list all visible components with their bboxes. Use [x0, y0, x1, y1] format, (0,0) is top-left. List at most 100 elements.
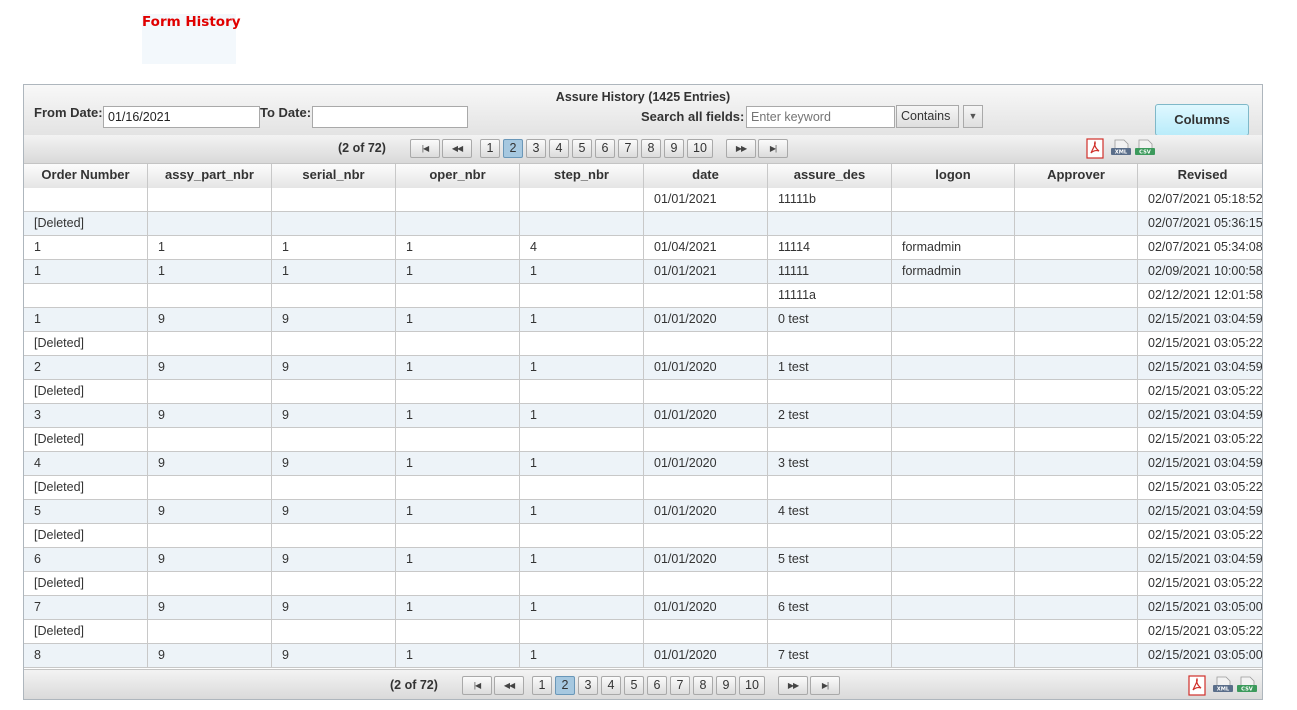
column-header-assy-part-nbr[interactable]: assy_part_nbr: [148, 164, 272, 188]
table-cell: [1015, 620, 1138, 643]
table-row[interactable]: 5 9 9 1 1 01/01/2020 4 test 02/15/2021 03:04:59: [24, 500, 1262, 524]
page-button-2[interactable]: 2: [503, 139, 523, 158]
page-button-8[interactable]: 8: [693, 676, 713, 695]
table-cell: [148, 428, 272, 451]
column-header-revised[interactable]: Revised: [1138, 164, 1262, 188]
table-cell: 01/01/2020: [644, 596, 768, 619]
table-cell: [272, 188, 396, 211]
page-button-4[interactable]: 4: [601, 676, 621, 695]
next-page-icon[interactable]: ▶▶: [726, 139, 756, 158]
columns-button[interactable]: Columns: [1155, 104, 1249, 136]
pdf-export-icon[interactable]: [1188, 675, 1206, 696]
page-button-6[interactable]: 6: [647, 676, 667, 695]
page-button-10[interactable]: 10: [739, 676, 765, 695]
pdf-export-icon[interactable]: [1086, 138, 1104, 159]
table-cell: [396, 332, 520, 355]
page-button-3[interactable]: 3: [526, 139, 546, 158]
prev-page-icon[interactable]: ◀◀: [494, 676, 524, 695]
table-cell: [892, 500, 1015, 523]
table-row[interactable]: [Deleted] 02/15/2021 03:05:22: [24, 572, 1262, 596]
column-header-oper-nbr[interactable]: oper_nbr: [396, 164, 520, 188]
table-cell: 1: [396, 500, 520, 523]
column-header-date[interactable]: date: [644, 164, 768, 188]
table-row[interactable]: 8 9 9 1 1 01/01/2020 7 test 02/15/2021 03:05:00: [24, 644, 1262, 668]
last-page-icon[interactable]: ▶|: [810, 676, 840, 695]
table-cell: [768, 212, 892, 235]
table-row[interactable]: [Deleted] 02/15/2021 03:05:22: [24, 476, 1262, 500]
page-button-5[interactable]: 5: [624, 676, 644, 695]
table-cell: 1: [396, 644, 520, 667]
table-row[interactable]: 01/01/2021 11111b 02/07/2021 05:18:52: [24, 188, 1262, 212]
table-cell: [768, 332, 892, 355]
table-cell: [644, 572, 768, 595]
page-button-7[interactable]: 7: [670, 676, 690, 695]
table-row[interactable]: [Deleted] 02/15/2021 03:05:22: [24, 332, 1262, 356]
page-button-9[interactable]: 9: [716, 676, 736, 695]
column-header-serial-nbr[interactable]: serial_nbr: [272, 164, 396, 188]
table-cell: 11111b: [768, 188, 892, 211]
csv-export-icon[interactable]: CSV: [1134, 138, 1155, 159]
first-page-icon[interactable]: |◀: [410, 139, 440, 158]
table-cell: [768, 428, 892, 451]
from-date-input[interactable]: [103, 106, 260, 128]
table-row[interactable]: 11111a 02/12/2021 12:01:58: [24, 284, 1262, 308]
chevron-down-icon[interactable]: ▼: [963, 105, 983, 128]
column-header-order-number[interactable]: Order Number: [24, 164, 148, 188]
xml-export-icon[interactable]: XML: [1110, 138, 1131, 159]
search-operator-select[interactable]: Contains: [896, 105, 959, 128]
column-header-approver[interactable]: Approver: [1015, 164, 1138, 188]
column-header-assure-des[interactable]: assure_des: [768, 164, 892, 188]
table-row[interactable]: 7 9 9 1 1 01/01/2020 6 test 02/15/2021 03:05:00: [24, 596, 1262, 620]
page-button-7[interactable]: 7: [618, 139, 638, 158]
page-button-1[interactable]: 1: [532, 676, 552, 695]
table-row[interactable]: 2 9 9 1 1 01/01/2020 1 test 02/15/2021 03:04:59: [24, 356, 1262, 380]
table-row[interactable]: [Deleted] 02/15/2021 03:05:22: [24, 380, 1262, 404]
table-row[interactable]: 1 9 9 1 1 01/01/2020 0 test 02/15/2021 03:04:59: [24, 308, 1262, 332]
table-cell: [Deleted]: [24, 428, 148, 451]
next-page-icon[interactable]: ▶▶: [778, 676, 808, 695]
table-cell: [24, 284, 148, 307]
xml-export-icon[interactable]: XML: [1212, 675, 1233, 696]
table-cell: 02/15/2021 03:05:22: [1138, 428, 1262, 451]
table-row[interactable]: [Deleted] 02/15/2021 03:05:22: [24, 428, 1262, 452]
table-row[interactable]: [Deleted] 02/07/2021 05:36:15: [24, 212, 1262, 236]
column-header-logon[interactable]: logon: [892, 164, 1015, 188]
table-cell: [892, 476, 1015, 499]
table-row[interactable]: [Deleted] 02/15/2021 03:05:22: [24, 620, 1262, 644]
last-page-icon[interactable]: ▶|: [758, 139, 788, 158]
table-cell: 02/15/2021 03:05:22: [1138, 572, 1262, 595]
table-row[interactable]: 4 9 9 1 1 01/01/2020 3 test 02/15/2021 03:04:59: [24, 452, 1262, 476]
table-cell: 9: [148, 404, 272, 427]
page-button-8[interactable]: 8: [641, 139, 661, 158]
table-row[interactable]: 1 1 1 1 4 01/04/2021 11114 formadmin 02/07/2021 …: [24, 236, 1262, 260]
page-button-5[interactable]: 5: [572, 139, 592, 158]
page-button-3[interactable]: 3: [578, 676, 598, 695]
table-header: Order Number assy_part_nbr serial_nbr oper_…: [24, 164, 1262, 189]
prev-page-icon[interactable]: ◀◀: [442, 139, 472, 158]
table-cell: 01/01/2020: [644, 452, 768, 475]
table-cell: [1015, 332, 1138, 355]
page-button-4[interactable]: 4: [549, 139, 569, 158]
csv-export-icon[interactable]: CSV: [1236, 675, 1257, 696]
page-button-2[interactable]: 2: [555, 676, 575, 695]
table-cell: [644, 620, 768, 643]
table-cell: 9: [272, 308, 396, 331]
table-cell: 6: [24, 548, 148, 571]
to-date-input[interactable]: [312, 106, 468, 128]
table-cell: [520, 620, 644, 643]
page-button-10[interactable]: 10: [687, 139, 713, 158]
page-button-9[interactable]: 9: [664, 139, 684, 158]
table-cell: [148, 188, 272, 211]
page-button-6[interactable]: 6: [595, 139, 615, 158]
table-cell: [Deleted]: [24, 476, 148, 499]
first-page-icon[interactable]: |◀: [462, 676, 492, 695]
table-cell: 3 test: [768, 452, 892, 475]
table-cell: [892, 332, 1015, 355]
table-row[interactable]: 6 9 9 1 1 01/01/2020 5 test 02/15/2021 03:04:59: [24, 548, 1262, 572]
search-input[interactable]: [746, 106, 895, 128]
table-row[interactable]: 3 9 9 1 1 01/01/2020 2 test 02/15/2021 03:04:59: [24, 404, 1262, 428]
table-row[interactable]: 1 1 1 1 1 01/01/2021 11111 formadmin 02/09/2021 …: [24, 260, 1262, 284]
page-button-1[interactable]: 1: [480, 139, 500, 158]
column-header-step-nbr[interactable]: step_nbr: [520, 164, 644, 188]
table-row[interactable]: [Deleted] 02/15/2021 03:05:22: [24, 524, 1262, 548]
